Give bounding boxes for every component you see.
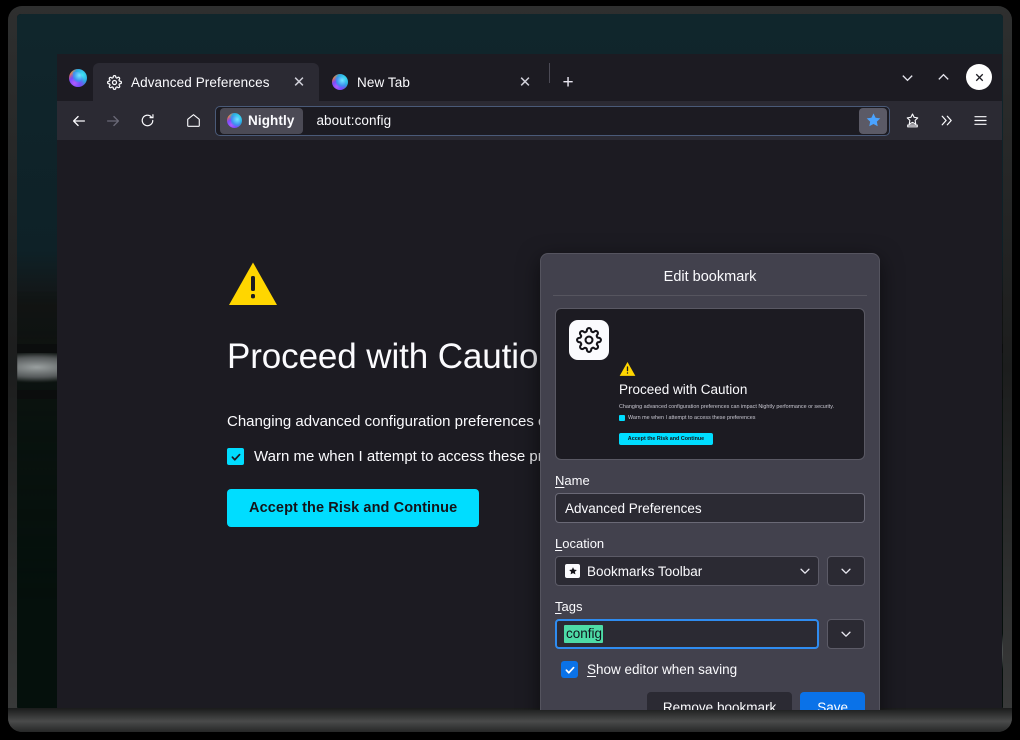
tags-label-rest: ags bbox=[561, 599, 583, 614]
desktop: Advanced Preferences ✕ New Tab ✕ + Night… bbox=[0, 0, 1020, 740]
tab-title: New Tab bbox=[357, 74, 410, 90]
save-bookmark-button[interactable]: Save bbox=[800, 692, 865, 710]
remove-accesskey: R bbox=[662, 700, 673, 710]
chevron-down-icon bbox=[839, 564, 853, 578]
edit-bookmark-panel: Edit bookmark Proceed with Caution Chang… bbox=[540, 253, 880, 710]
location-row: Bookmarks Toolbar bbox=[555, 556, 865, 586]
app-menu-button[interactable] bbox=[964, 106, 996, 136]
navigation-toolbar: Nightly about:config bbox=[57, 101, 1002, 140]
thumbnail-page-body: Proceed with Caution Changing advanced c… bbox=[619, 361, 854, 445]
tab-close-icon[interactable]: ✕ bbox=[289, 72, 309, 92]
firefox-icon bbox=[227, 113, 242, 128]
tab-strip: Advanced Preferences ✕ New Tab ✕ + bbox=[57, 54, 1002, 101]
tags-field-label: Tags bbox=[555, 599, 582, 614]
url-bar[interactable]: Nightly about:config bbox=[215, 105, 890, 136]
name-field-label: Name bbox=[555, 473, 590, 488]
bookmarks-toolbar-star-icon bbox=[565, 564, 580, 578]
tags-expand-button[interactable] bbox=[827, 619, 865, 649]
chevron-down-icon bbox=[839, 627, 853, 641]
page-content: Proceed with Caution Changing advanced c… bbox=[57, 140, 1002, 710]
thumbnail-accept-button: Accept the Risk and Continue bbox=[619, 433, 713, 445]
maximize-button[interactable] bbox=[928, 62, 958, 92]
tab-title: Advanced Preferences bbox=[131, 74, 270, 90]
thumbnail-checkbox bbox=[619, 415, 625, 421]
name-label-rest: ame bbox=[564, 473, 590, 488]
panel-title: Edit bookmark bbox=[553, 265, 867, 296]
tab-new-tab[interactable]: New Tab ✕ bbox=[319, 63, 545, 101]
location-value: Bookmarks Toolbar bbox=[587, 563, 703, 579]
pocket-icon[interactable] bbox=[896, 106, 928, 136]
bookmark-tags-input[interactable]: config bbox=[555, 619, 819, 649]
monitor-chin bbox=[8, 708, 1012, 732]
show-editor-label: Show editor when saving bbox=[587, 662, 737, 677]
forward-button[interactable] bbox=[97, 106, 129, 136]
identity-label: Nightly bbox=[248, 113, 295, 128]
thumbnail-description: Changing advanced configuration preferen… bbox=[619, 404, 835, 410]
tags-row: config bbox=[555, 619, 865, 649]
tab-advanced-preferences[interactable]: Advanced Preferences ✕ bbox=[93, 63, 319, 101]
warning-triangle-icon bbox=[229, 262, 277, 305]
location-label-rest: ocation bbox=[562, 536, 605, 551]
screen-area: Advanced Preferences ✕ New Tab ✕ + Night… bbox=[17, 14, 1003, 710]
name-accesskey: N bbox=[555, 473, 565, 488]
bookmark-star-button[interactable] bbox=[859, 107, 887, 134]
location-expand-button[interactable] bbox=[827, 556, 865, 586]
location-field-label: Location bbox=[555, 536, 604, 551]
thumbnail-checkbox-label: Warn me when I attempt to access these p… bbox=[628, 415, 756, 421]
url-text: about:config bbox=[316, 113, 392, 128]
chevron-down-icon bbox=[798, 564, 812, 578]
new-tab-button[interactable]: + bbox=[554, 68, 582, 96]
bookmark-preview-thumbnail: Proceed with Caution Changing advanced c… bbox=[555, 308, 865, 460]
reload-button[interactable] bbox=[131, 106, 163, 136]
warning-triangle-icon bbox=[619, 361, 636, 376]
close-button[interactable] bbox=[964, 62, 994, 92]
tab-close-icon[interactable]: ✕ bbox=[515, 72, 535, 92]
gear-icon bbox=[106, 74, 122, 90]
firefox-browser-window: Advanced Preferences ✕ New Tab ✕ + Night… bbox=[57, 54, 1002, 710]
identity-box[interactable]: Nightly bbox=[220, 107, 304, 134]
remove-bookmark-button[interactable]: Remove bookmark bbox=[646, 692, 793, 710]
panel-action-buttons: Remove bookmark Save bbox=[555, 692, 865, 710]
toolbar-right-buttons bbox=[896, 106, 996, 136]
firefox-icon bbox=[69, 68, 87, 87]
overflow-menu-button[interactable] bbox=[930, 106, 962, 136]
location-menulist[interactable]: Bookmarks Toolbar bbox=[555, 556, 819, 586]
show-editor-label-rest: how editor when saving bbox=[596, 662, 738, 677]
accept-risk-button[interactable]: Accept the Risk and Continue bbox=[227, 489, 480, 527]
firefox-icon bbox=[332, 74, 348, 90]
gear-icon bbox=[569, 320, 609, 360]
warn-me-checkbox[interactable] bbox=[227, 448, 244, 465]
tab-separator bbox=[549, 63, 550, 83]
show-editor-accesskey: S bbox=[587, 662, 597, 677]
show-editor-checkbox[interactable] bbox=[561, 661, 578, 678]
bookmark-name-input[interactable] bbox=[555, 493, 865, 523]
show-editor-row[interactable]: Show editor when saving bbox=[561, 661, 865, 678]
back-button[interactable] bbox=[63, 106, 95, 136]
home-button[interactable] bbox=[177, 106, 209, 136]
tags-selected-text: config bbox=[564, 624, 604, 644]
thumbnail-heading: Proceed with Caution bbox=[619, 382, 748, 397]
firefox-logo bbox=[63, 54, 93, 101]
remove-button-rest: emove bookmark bbox=[672, 700, 777, 710]
minimize-button[interactable] bbox=[892, 62, 922, 92]
thumbnail-checkbox-row: Warn me when I attempt to access these p… bbox=[619, 415, 854, 421]
close-icon bbox=[966, 64, 992, 90]
window-controls bbox=[892, 62, 994, 92]
